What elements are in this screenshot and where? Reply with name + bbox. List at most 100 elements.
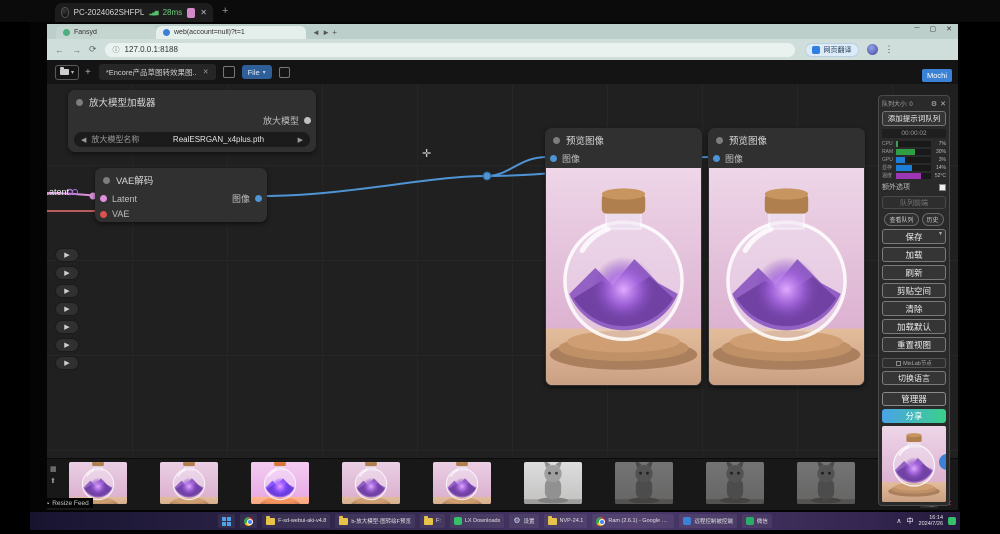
node-canvas[interactable]: Latent ▶ ▶ ▶ ▶ ▶ ▶ ▶ 放大模型加载: [47, 84, 958, 458]
feed-thumb[interactable]: [160, 462, 218, 504]
preview-image-node-2[interactable]: 预览图像 图像: [708, 128, 865, 386]
node-collapse-dot[interactable]: [76, 99, 83, 106]
collapsed-latent-node[interactable]: Latent: [47, 187, 78, 197]
model-name-widget[interactable]: ◀ 放大模型名称 RealESRGAN_x4plus.pth ▶: [74, 132, 310, 147]
window-maximize-icon[interactable]: ▢: [930, 25, 937, 33]
taskbar-settings[interactable]: ⚙设置: [509, 514, 538, 528]
view-history-button[interactable]: 历史: [922, 213, 944, 226]
extra-options-checkbox[interactable]: [939, 184, 946, 191]
taskbar-item[interactable]: F:: [420, 514, 445, 528]
feed-thumb[interactable]: [524, 462, 582, 504]
save-dropdown-icon[interactable]: ▼: [938, 231, 943, 237]
share-button[interactable]: 分享: [882, 409, 946, 423]
collapsed-node[interactable]: ▶: [55, 248, 79, 262]
browser-menu-icon[interactable]: ⋮: [885, 44, 894, 55]
taskbar-item[interactable]: LX Downloads: [450, 514, 504, 528]
taskbar-chrome-window[interactable]: Ram (2.6.1) - Google Chr...: [592, 514, 674, 528]
manager-button[interactable]: 管理器: [882, 392, 946, 406]
profile-avatar[interactable]: [867, 44, 878, 55]
refresh-button[interactable]: 刷新: [882, 265, 946, 280]
collapsed-node[interactable]: ▶: [55, 302, 79, 316]
feed-thumb[interactable]: [706, 462, 764, 504]
prev-value-icon[interactable]: ◀: [81, 136, 86, 144]
queue-front-button[interactable]: 队列前端: [882, 196, 946, 209]
node-collapse-dot[interactable]: [716, 137, 723, 144]
feed-thumb[interactable]: [433, 462, 491, 504]
clear-button[interactable]: 清除: [882, 301, 946, 316]
taskbar-chrome[interactable]: [240, 514, 257, 528]
browser-tab-2-active[interactable]: web(account=null)?t=1: [156, 26, 306, 39]
new-workflow-button[interactable]: +: [85, 67, 91, 78]
extension-button[interactable]: 网页翻译: [805, 43, 859, 57]
collapsed-node[interactable]: ▶: [55, 338, 79, 352]
collapsed-node[interactable]: ▶: [55, 284, 79, 298]
feed-up-icon[interactable]: ⬆: [50, 477, 57, 485]
site-info-icon[interactable]: ⓘ: [113, 45, 120, 55]
node-titlebar[interactable]: 预览图像: [708, 128, 865, 150]
latest-output-thumbnail[interactable]: [882, 426, 946, 502]
image-output-dot[interactable]: [255, 195, 262, 202]
feed-grid-icon[interactable]: ▦: [50, 465, 57, 473]
notification-icon[interactable]: [948, 517, 956, 525]
node-titlebar[interactable]: 预览图像: [545, 128, 702, 150]
image-input-dot[interactable]: [713, 155, 720, 162]
start-button[interactable]: [218, 514, 235, 528]
vae-decode-node[interactable]: VAE解码 Latent 图像 VAE: [95, 168, 267, 222]
window-close-icon[interactable]: ✕: [946, 25, 952, 33]
switch-language-button[interactable]: 切换语言: [882, 371, 946, 385]
gear-icon[interactable]: ⚙: [931, 100, 937, 108]
node-titlebar[interactable]: VAE解码: [95, 168, 267, 190]
node-collapse-dot[interactable]: [553, 137, 560, 144]
remote-session-tab[interactable]: PC-2024062SHFPL ▂▄▆ 28ms ✕: [55, 3, 213, 22]
load-default-button[interactable]: 加载默认: [882, 319, 946, 334]
layout-grid-icon[interactable]: [279, 67, 290, 78]
resize-feed-handle[interactable]: ⤡ Resize Feed: [47, 498, 93, 508]
latent-slot-dot[interactable]: [72, 189, 78, 195]
taskbar-item[interactable]: b-放大模型-图转绘F预览: [335, 514, 415, 528]
save-workflow-icon[interactable]: [223, 66, 235, 78]
feed-thumb[interactable]: [342, 462, 400, 504]
clipspace-button[interactable]: 剪贴空间: [882, 283, 946, 298]
feed-thumb[interactable]: [615, 462, 673, 504]
mixlab-nodes-button[interactable]: MixLab节点: [882, 358, 946, 368]
remote-tab-close-icon[interactable]: ✕: [200, 8, 207, 17]
latent-input-dot[interactable]: [100, 195, 107, 202]
image-input-dot[interactable]: [550, 155, 557, 162]
node-titlebar[interactable]: 放大模型加载器: [68, 90, 316, 112]
save-button[interactable]: 保存 ▼: [882, 229, 946, 244]
vae-input-dot[interactable]: [100, 211, 107, 218]
feed-thumb[interactable]: [797, 462, 855, 504]
address-bar[interactable]: ⓘ 127.0.0.1:8188: [105, 43, 795, 57]
upscale-model-loader-node[interactable]: 放大模型加载器 放大模型 ◀ 放大模型名称 RealESRGAN_x4plus.…: [68, 90, 316, 152]
ime-indicator[interactable]: 中: [907, 516, 914, 526]
taskbar-item[interactable]: NVP-24.1: [544, 514, 588, 528]
taskbar-remote-app[interactable]: 远程控制被控端: [679, 514, 737, 528]
mochi-button[interactable]: Mochi: [922, 69, 952, 82]
back-icon[interactable]: ←: [55, 45, 64, 55]
tray-expand-icon[interactable]: ∧: [896, 517, 901, 525]
reload-icon[interactable]: ⟳: [89, 44, 97, 55]
taskbar-item[interactable]: F-sd-webui-aki-v4.8: [262, 514, 330, 528]
view-queue-button[interactable]: 查看队列: [884, 213, 918, 226]
load-button[interactable]: 加载: [882, 247, 946, 262]
collapsed-node[interactable]: ▶: [55, 320, 79, 334]
workflow-tab[interactable]: *Encore产品草图转效果图.. ✕: [99, 64, 216, 80]
preview-image-node-1[interactable]: 预览图像 图像: [545, 128, 702, 386]
session-quality-icon[interactable]: [187, 8, 195, 18]
next-value-icon[interactable]: ▶: [298, 136, 303, 144]
workflows-folder-button[interactable]: ▾: [55, 65, 79, 80]
tab-nav-arrows[interactable]: ◄ ► +: [312, 28, 337, 39]
collapsed-node[interactable]: ▶: [55, 356, 79, 370]
feed-thumb[interactable]: [251, 462, 309, 504]
taskbar-wechat[interactable]: 微信: [742, 514, 772, 528]
remote-new-tab-button[interactable]: +: [222, 5, 228, 17]
close-icon[interactable]: ✕: [940, 100, 946, 108]
queue-prompt-button[interactable]: 添加提示词队列: [882, 111, 946, 126]
collapsed-node[interactable]: ▶: [55, 266, 79, 280]
upscale-model-output-dot[interactable]: [304, 117, 311, 124]
forward-icon[interactable]: →: [72, 45, 81, 55]
menu-header[interactable]: 队列大小: 0 ⚙ ✕: [882, 99, 946, 108]
window-minimize-icon[interactable]: ─: [915, 25, 920, 33]
node-collapse-dot[interactable]: [103, 177, 110, 184]
taskbar-clock[interactable]: 16:14 2024/7/26: [919, 515, 943, 527]
